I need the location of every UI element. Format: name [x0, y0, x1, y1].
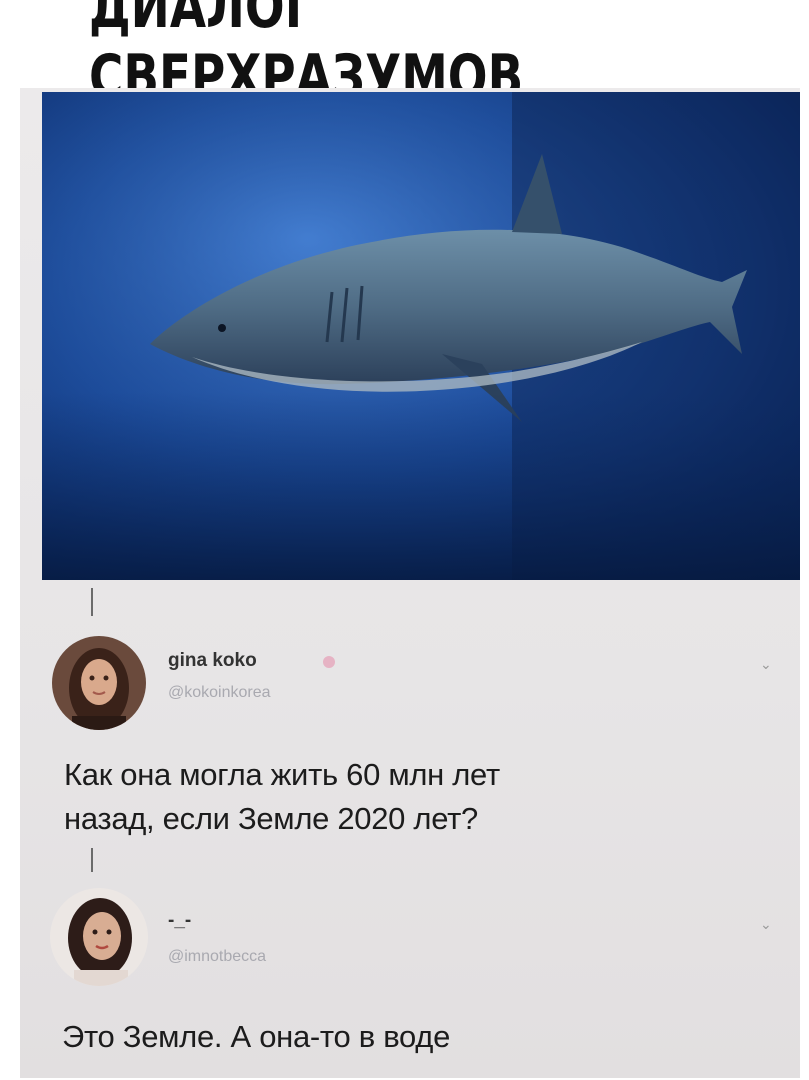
woman-portrait-icon	[50, 888, 148, 986]
verified-heart-icon	[323, 656, 335, 668]
thread-connector	[91, 848, 93, 872]
tweet-menu-icon[interactable]: ⌄	[760, 916, 772, 933]
shark-photo	[42, 92, 800, 580]
author-handle[interactable]: @imnotbecca	[168, 948, 266, 966]
woman-portrait-icon	[52, 636, 146, 730]
avatar[interactable]	[52, 636, 146, 730]
thread-connector	[91, 588, 93, 616]
tweet-menu-icon[interactable]: ⌄	[760, 656, 772, 673]
avatar[interactable]	[50, 888, 148, 986]
tweet-text-line-1: Как она могла жить 60 млн лет	[64, 757, 500, 792]
reply-text: Это Земле. А она-то в воде	[62, 1019, 451, 1054]
meme-headline: ДИАЛОГ СВЕРХРАЗУМОВ	[88, 0, 524, 112]
shark-image	[42, 92, 800, 580]
tweet-text-line-2: назад, если Земле 2020 лет?	[64, 801, 478, 836]
author-handle[interactable]: @kokoinkorea	[168, 684, 271, 702]
author-name[interactable]: gina koko	[168, 650, 257, 672]
author-name[interactable]: -_-	[168, 910, 191, 932]
tweet-screenshot: gina koko @kokoinkorea ⌄ Как она могла ж…	[20, 88, 800, 1078]
